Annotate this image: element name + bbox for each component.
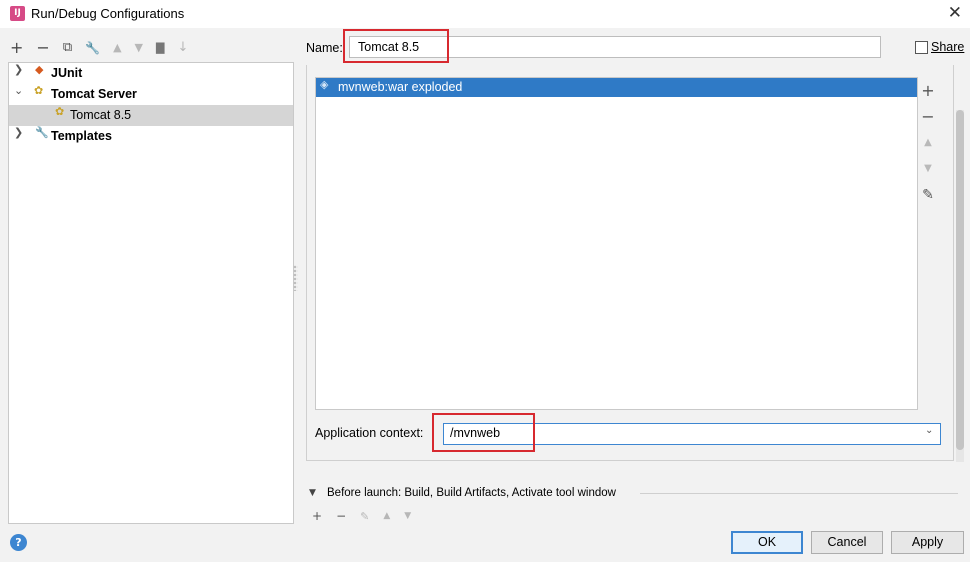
copy-icon[interactable]: ⧉ — [63, 40, 72, 56]
tomcat-icon: ✿ — [34, 84, 44, 97]
chevron-down-icon[interactable]: ⌄ — [14, 84, 23, 97]
before-launch-toolbar: + − ✎ ▲ ▼ — [312, 509, 411, 523]
remove-icon[interactable]: − — [336, 509, 346, 523]
app-context-combobox[interactable] — [443, 423, 941, 445]
section-divider — [640, 493, 958, 494]
wrench-icon[interactable]: 🔧 — [85, 40, 100, 56]
artifact-icon: ◈ — [320, 78, 329, 91]
share-checkbox[interactable] — [915, 41, 928, 54]
move-up-icon[interactable]: ▲ — [383, 511, 390, 521]
deployment-item[interactable]: ◈ mvnweb:war exploded — [316, 78, 917, 97]
ok-button[interactable]: OK — [731, 531, 803, 554]
wrench-icon: 🔧 — [35, 126, 49, 139]
edit-pencil-icon[interactable]: ✎ — [360, 510, 369, 523]
move-down-icon[interactable]: ▼ — [917, 158, 939, 180]
move-down-icon[interactable]: ▼ — [135, 40, 143, 56]
splitter-handle[interactable] — [293, 265, 298, 291]
tomcat-icon: ✿ — [55, 105, 65, 118]
tree-item-junit[interactable]: ❯ ◆ JUnit — [9, 63, 293, 84]
junit-icon: ◆ — [35, 63, 44, 76]
tree-item-tomcat-8-5[interactable]: ✿ Tomcat 8.5 — [9, 105, 293, 126]
tree-item-label: Templates — [51, 129, 112, 143]
tree-item-label: JUnit — [51, 66, 83, 80]
collapse-triangle-icon[interactable]: ▼ — [309, 488, 316, 498]
tree-item-label: Tomcat 8.5 — [70, 108, 132, 122]
deployment-item-label: mvnweb:war exploded — [338, 80, 463, 94]
new-folder-icon[interactable]: ▇ — [156, 40, 164, 56]
chevron-right-icon[interactable]: ❯ — [14, 126, 23, 139]
tree-item-templates[interactable]: ❯ 🔧 Templates — [9, 126, 293, 147]
config-toolbar: + − ⧉ 🔧 ▲ ▼ ▇ ↓ — [10, 38, 188, 58]
apply-button[interactable]: Apply — [891, 531, 964, 554]
share-label[interactable]: Share — [931, 40, 964, 54]
app-context-value[interactable]: /mvnweb — [450, 426, 500, 440]
remove-icon[interactable]: − — [36, 40, 49, 56]
window-title: Run/Debug Configurations — [31, 6, 185, 21]
before-launch-label[interactable]: Before launch: Build, Build Artifacts, A… — [327, 487, 616, 499]
chevron-down-icon[interactable]: ⌄ — [925, 425, 933, 436]
tree-item-tomcat-server[interactable]: ⌄ ✿ Tomcat Server — [9, 84, 293, 105]
add-icon[interactable]: + — [917, 80, 939, 102]
move-down-icon[interactable]: ▼ — [404, 511, 411, 521]
close-icon[interactable]: ✕ — [948, 3, 962, 23]
config-tree[interactable]: ❯ ◆ JUnit ⌄ ✿ Tomcat Server ✿ Tomcat 8.5… — [8, 62, 294, 524]
name-input[interactable] — [349, 36, 881, 58]
move-up-icon[interactable]: ▲ — [113, 40, 121, 56]
chevron-right-icon[interactable]: ❯ — [14, 63, 23, 76]
add-icon[interactable]: + — [312, 509, 322, 523]
app-icon: IJ — [10, 6, 25, 21]
help-icon[interactable]: ? — [10, 534, 27, 551]
cancel-button[interactable]: Cancel — [811, 531, 883, 554]
scrollbar-thumb[interactable] — [956, 110, 964, 450]
tree-item-label: Tomcat Server — [51, 87, 137, 101]
edit-pencil-icon[interactable]: ✎ — [917, 184, 939, 206]
name-label: Name: — [306, 41, 343, 55]
deployment-list[interactable] — [315, 77, 918, 410]
add-icon[interactable]: + — [10, 40, 23, 56]
move-up-icon[interactable]: ▲ — [917, 132, 939, 154]
app-context-label: Application context: — [315, 426, 424, 440]
remove-icon[interactable]: − — [917, 106, 939, 128]
sort-icon[interactable]: ↓ — [177, 40, 188, 56]
